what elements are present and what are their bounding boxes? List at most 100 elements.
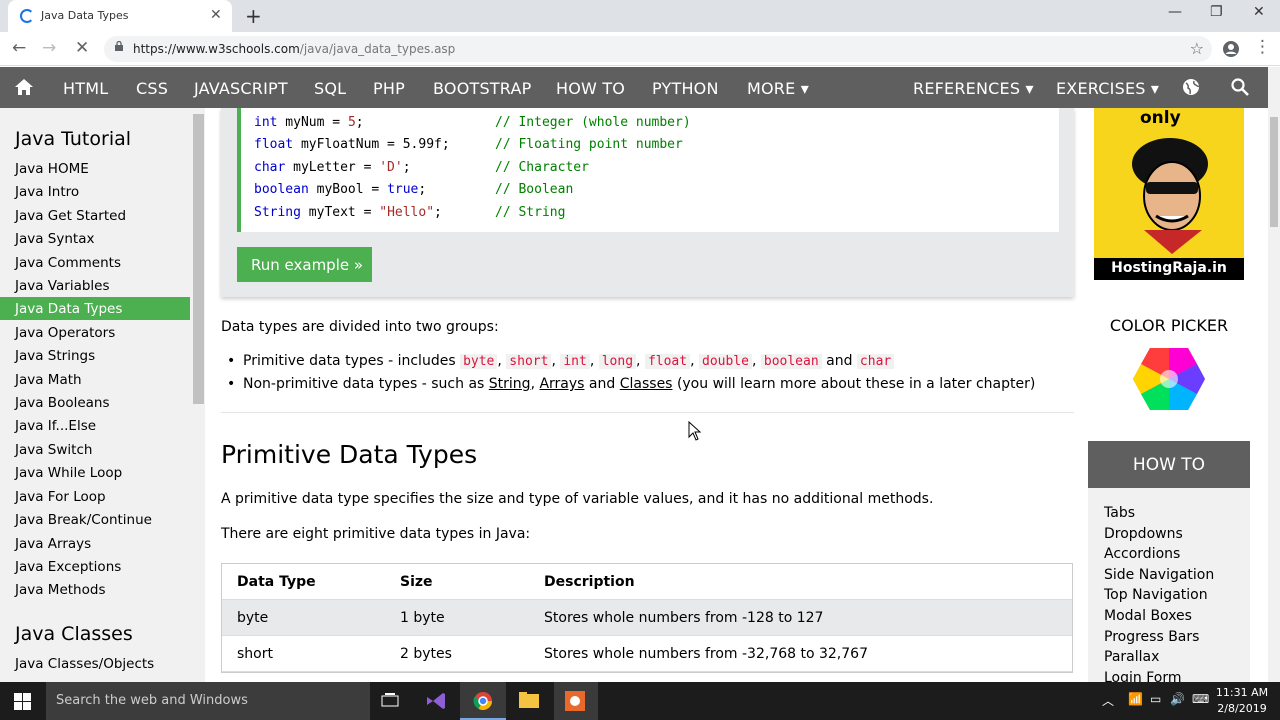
- file-explorer-icon[interactable]: [518, 691, 540, 709]
- sidebar-item[interactable]: Java Syntax: [0, 227, 190, 250]
- howto-link[interactable]: Modal Boxes: [1104, 608, 1192, 624]
- nav-javascript[interactable]: JAVASCRIPT: [194, 79, 288, 98]
- run-example-button[interactable]: Run example »: [237, 247, 372, 282]
- volume-icon[interactable]: 🔊: [1170, 692, 1185, 706]
- top-navbar: HTML CSS JAVASCRIPT SQL PHP BOOTSTRAP HO…: [0, 67, 1268, 108]
- nav-exercises[interactable]: EXERCISES ▾: [1056, 79, 1159, 98]
- back-icon[interactable]: ←: [12, 38, 26, 58]
- intro-text: Data types are divided into two groups:: [221, 319, 499, 335]
- paragraph: There are eight primitive data types in …: [221, 526, 531, 542]
- howto-link[interactable]: Tabs: [1104, 505, 1135, 521]
- forward-icon[interactable]: →: [42, 38, 56, 58]
- new-tab-button[interactable]: +: [245, 4, 262, 28]
- list-item: • Non-primitive data types - such as Str…: [227, 376, 1036, 392]
- section-heading: Primitive Data Types: [221, 440, 478, 469]
- color-wheel-icon[interactable]: [1132, 346, 1206, 412]
- window-close-icon[interactable]: ✕: [1253, 4, 1265, 20]
- sidebar-item[interactable]: Java Switch: [0, 438, 190, 461]
- language-icon[interactable]: ⌨: [1192, 692, 1209, 706]
- sidebar-item[interactable]: Java If...Else: [0, 414, 190, 437]
- network-icon[interactable]: 📶: [1128, 692, 1143, 706]
- sidebar-item[interactable]: Java Booleans: [0, 391, 190, 414]
- app-taskbar-button[interactable]: [554, 682, 598, 720]
- color-picker-title[interactable]: COLOR PICKER: [1080, 316, 1258, 335]
- howto-link[interactable]: Accordions: [1104, 546, 1180, 562]
- scrollbar-thumb[interactable]: [1270, 117, 1278, 227]
- nav-howto[interactable]: HOW TO: [556, 79, 625, 98]
- search-icon[interactable]: [1231, 78, 1249, 96]
- taskbar-clock[interactable]: 11:31 AM 2/8/2019: [1212, 685, 1272, 717]
- browser-tab[interactable]: Java Data Types ✕: [8, 0, 232, 32]
- tray-chevron-icon[interactable]: ︿: [1102, 692, 1114, 709]
- howto-link[interactable]: Top Navigation: [1104, 587, 1208, 603]
- nav-more[interactable]: MORE ▾: [747, 79, 809, 98]
- nav-references[interactable]: REFERENCES ▾: [913, 79, 1034, 98]
- chrome-taskbar-button[interactable]: [460, 682, 506, 720]
- sidebar-item[interactable]: Java Strings: [0, 344, 190, 367]
- sidebar-item[interactable]: Java HOME: [0, 157, 190, 180]
- battery-icon[interactable]: ▭: [1150, 692, 1161, 706]
- visual-studio-icon[interactable]: [425, 691, 447, 711]
- code-line: float myFloatNum = 5.99f;: [254, 137, 450, 152]
- sidebar-item[interactable]: Java Operators: [0, 321, 190, 344]
- home-icon[interactable]: [14, 78, 34, 96]
- nav-python[interactable]: PYTHON: [652, 79, 719, 98]
- string-link[interactable]: String: [489, 376, 531, 392]
- code-line: int myNum = 5;: [254, 115, 364, 130]
- tab-title: Java Data Types: [41, 9, 129, 22]
- advertisement[interactable]: only HostingRaja.in: [1094, 108, 1244, 280]
- minimize-icon[interactable]: —: [1168, 4, 1182, 20]
- nav-sql[interactable]: SQL: [314, 79, 346, 98]
- nav-html[interactable]: HTML: [63, 79, 108, 98]
- nav-php[interactable]: PHP: [373, 79, 405, 98]
- table-row: byte 1 byte Stores whole numbers from -1…: [222, 600, 1072, 636]
- app-icon: [565, 691, 585, 711]
- maximize-icon[interactable]: ❐: [1210, 4, 1223, 20]
- sidebar-scrollbar[interactable]: [192, 108, 205, 682]
- sidebar-item[interactable]: Java Methods: [0, 578, 190, 601]
- task-view-icon[interactable]: [381, 693, 399, 709]
- close-tab-icon[interactable]: ✕: [210, 7, 222, 23]
- page-scrollbar[interactable]: [1268, 67, 1280, 682]
- sidebar-item[interactable]: Java While Loop: [0, 461, 190, 484]
- account-icon[interactable]: [1222, 40, 1240, 58]
- cartoon-image: [1132, 138, 1208, 254]
- sidebar-item[interactable]: Java Intro: [0, 180, 190, 203]
- nav-bootstrap[interactable]: BOOTSTRAP: [433, 79, 531, 98]
- scrollbar-thumb[interactable]: [193, 114, 204, 404]
- globe-icon[interactable]: [1182, 78, 1200, 96]
- stop-icon[interactable]: ✕: [75, 38, 89, 58]
- clock-date: 2/8/2019: [1217, 702, 1267, 715]
- code-line: String myText = "Hello";: [254, 205, 442, 220]
- table-cell: byte: [237, 610, 269, 626]
- table-row: short 2 bytes Stores whole numbers from …: [222, 636, 1072, 672]
- sidebar-item[interactable]: Java Exceptions: [0, 555, 190, 578]
- loading-spinner-icon: [20, 9, 34, 23]
- howto-link[interactable]: Dropdowns: [1104, 526, 1183, 542]
- windows-start-icon[interactable]: [14, 693, 32, 711]
- howto-link[interactable]: Side Navigation: [1104, 567, 1214, 583]
- sidebar-item[interactable]: Java For Loop: [0, 485, 190, 508]
- url-input[interactable]: https://www.w3schools.com/java/java_data…: [104, 36, 1212, 62]
- taskbar-search-input[interactable]: Search the web and Windows: [46, 682, 370, 720]
- classes-link[interactable]: Classes: [620, 376, 673, 392]
- howto-link[interactable]: Progress Bars: [1104, 629, 1199, 645]
- nav-css[interactable]: CSS: [136, 79, 168, 98]
- howto-box: HOW TO Tabs Dropdowns Accordions Side Na…: [1088, 441, 1250, 682]
- list-item: • Primitive data types - includes byte, …: [227, 353, 895, 369]
- sidebar-item[interactable]: Java Break/Continue: [0, 508, 190, 531]
- menu-icon[interactable]: ⋮: [1254, 37, 1271, 57]
- sidebar-item[interactable]: Java Comments: [0, 251, 190, 274]
- sidebar-item[interactable]: Java Variables: [0, 274, 190, 297]
- tutorial-sidebar: Java Tutorial Java HOME Java Intro Java …: [0, 108, 205, 682]
- column-header: Size: [400, 574, 433, 590]
- sidebar-item[interactable]: Java Get Started: [0, 204, 190, 227]
- sidebar-item-active[interactable]: Java Data Types: [0, 297, 190, 320]
- sidebar-item[interactable]: Java Math: [0, 368, 190, 391]
- howto-link[interactable]: Parallax: [1104, 649, 1159, 665]
- bookmark-star-icon[interactable]: ☆: [1190, 39, 1204, 58]
- howto-link[interactable]: Login Form: [1104, 670, 1182, 682]
- sidebar-item[interactable]: Java Classes/Objects: [0, 652, 190, 675]
- arrays-link[interactable]: Arrays: [539, 376, 584, 392]
- sidebar-item[interactable]: Java Arrays: [0, 532, 190, 555]
